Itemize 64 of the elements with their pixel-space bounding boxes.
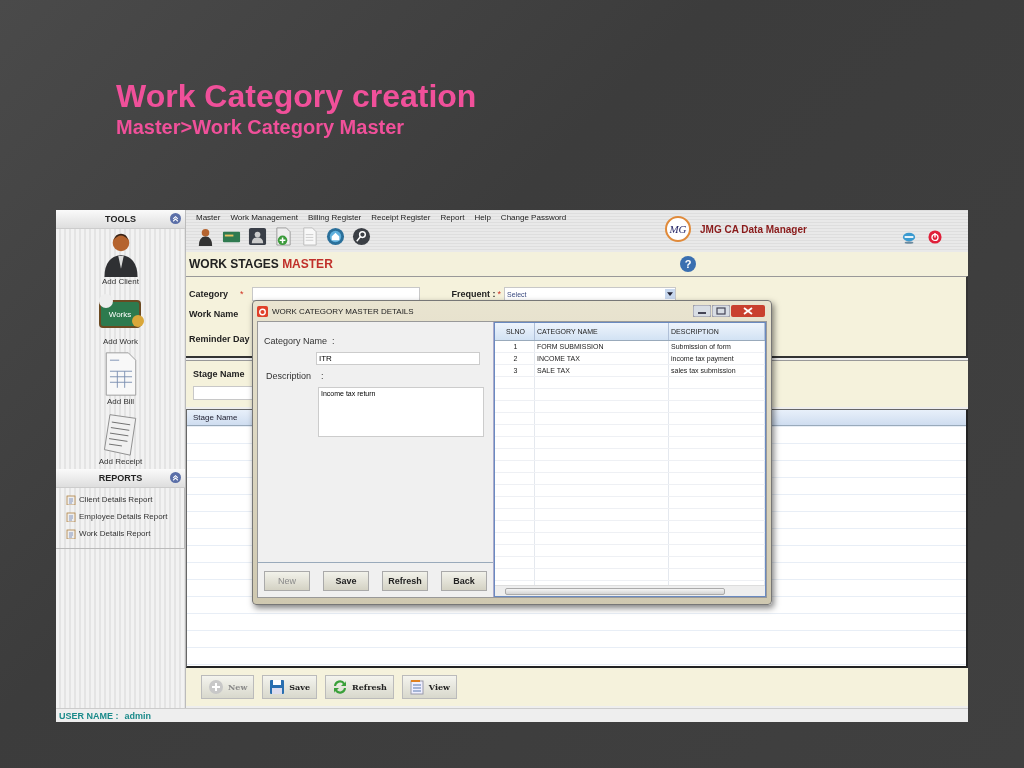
- menu-item[interactable]: Receipt Register: [371, 213, 431, 222]
- menu-item[interactable]: Work Management: [230, 213, 298, 222]
- report-icon: [66, 494, 76, 505]
- tool-item[interactable]: Works Add Work: [56, 289, 185, 349]
- horizontal-scrollbar[interactable]: [495, 585, 765, 596]
- slide-title: Work Category creation: [116, 78, 478, 114]
- home-icon[interactable]: [326, 227, 345, 246]
- report-link[interactable]: Employee Details Report: [79, 512, 168, 521]
- required-mark: *: [497, 289, 502, 299]
- monitor-icon[interactable]: [902, 230, 916, 244]
- slide-subtitle: Master>Work Category Master: [116, 115, 406, 140]
- field-label: Description :: [266, 371, 324, 381]
- toolbar-button[interactable]: Save: [262, 675, 317, 699]
- dialog-button[interactable]: Back: [441, 571, 487, 591]
- status-label: USER NAME :: [59, 710, 119, 721]
- dropdown-icon: [667, 291, 674, 297]
- collapse-icon[interactable]: [170, 472, 181, 483]
- menu-item[interactable]: Master: [196, 213, 221, 222]
- person-icon[interactable]: [196, 227, 215, 246]
- tool-item[interactable]: Add Client: [56, 229, 185, 289]
- dialog-title: WORK CATEGORY MASTER DETAILS: [272, 306, 415, 316]
- menu-item[interactable]: Help: [474, 213, 491, 222]
- field-label: Category Name :: [264, 336, 335, 346]
- refresh-icon: [332, 679, 348, 695]
- report-link[interactable]: Client Details Report: [79, 495, 153, 504]
- category-name-field[interactable]: ITR: [316, 352, 480, 365]
- menu-item[interactable]: Report: [440, 213, 465, 222]
- menu-item[interactable]: Billing Register: [307, 213, 362, 222]
- person-icon: [101, 231, 140, 277]
- plus-icon: [208, 679, 224, 695]
- doc-plus-icon[interactable]: [274, 227, 293, 246]
- minimize-button[interactable]: [693, 305, 711, 317]
- toolbar-button[interactable]: View: [401, 675, 457, 699]
- logo: MG: [665, 216, 691, 242]
- toolbar-button[interactable]: Refresh: [325, 675, 394, 699]
- user-name: admin: [124, 710, 152, 721]
- close-button[interactable]: [731, 305, 765, 317]
- section-header[interactable]: TOOLS: [56, 210, 185, 229]
- report-link[interactable]: Work Details Report: [79, 529, 151, 538]
- stage-name-field[interactable]: [193, 386, 255, 400]
- menu-item[interactable]: Change Password: [500, 213, 567, 222]
- dialog-button[interactable]: Save: [323, 571, 369, 591]
- dialog-button[interactable]: Refresh: [382, 571, 428, 591]
- app-name: JMG CA Data Manager: [700, 223, 807, 235]
- floppy-icon: [269, 679, 286, 695]
- field-label: Frequent :: [451, 289, 496, 299]
- field-label: Stage Name: [193, 369, 245, 379]
- report-icon: [66, 511, 76, 522]
- badge-icon[interactable]: [248, 227, 267, 246]
- list-icon: [408, 679, 425, 695]
- app-icon: [257, 305, 268, 317]
- collapse-icon[interactable]: [170, 213, 181, 224]
- tool-item[interactable]: Add Bill: [56, 349, 185, 409]
- field-label: Work Name: [189, 309, 239, 319]
- required-mark: *: [240, 289, 244, 299]
- report-icon: [66, 528, 76, 539]
- field-label: Reminder Day: [189, 334, 250, 344]
- help-button[interactable]: ?: [680, 256, 696, 272]
- category-field[interactable]: [251, 287, 420, 301]
- tool-item[interactable]: Add Receipt: [56, 409, 185, 469]
- section-header[interactable]: REPORTS: [56, 469, 185, 488]
- form-title: WORK STAGES MASTER: [189, 257, 333, 271]
- power-icon[interactable]: [928, 230, 942, 244]
- field-label: Category: [189, 289, 228, 299]
